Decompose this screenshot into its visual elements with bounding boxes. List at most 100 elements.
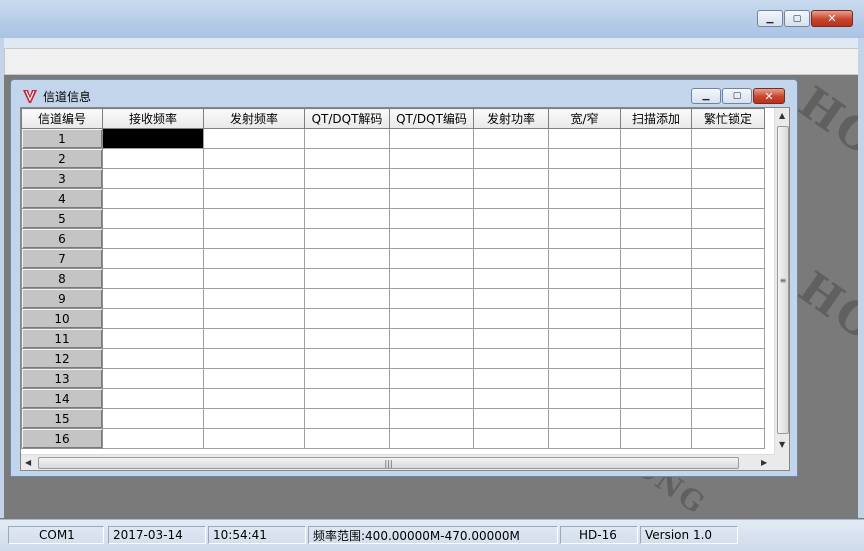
table-cell[interactable]	[548, 348, 621, 369]
table-cell[interactable]	[102, 288, 204, 309]
column-header[interactable]: 发射频率	[203, 108, 305, 129]
table-cell[interactable]	[389, 148, 474, 169]
row-header[interactable]: 2	[21, 148, 103, 169]
column-header[interactable]: 扫描添加	[620, 108, 692, 129]
table-cell[interactable]	[389, 188, 474, 209]
table-cell[interactable]	[620, 408, 692, 429]
table-cell[interactable]	[548, 408, 621, 429]
minimize-icon[interactable]: ▁	[691, 88, 721, 104]
table-cell[interactable]	[620, 248, 692, 269]
table-cell[interactable]	[102, 328, 204, 349]
table-cell[interactable]	[102, 408, 204, 429]
table-cell[interactable]	[304, 208, 390, 229]
table-cell[interactable]	[691, 288, 765, 309]
table-cell[interactable]	[304, 168, 390, 189]
table-cell[interactable]	[473, 208, 549, 229]
table-cell[interactable]	[473, 188, 549, 209]
table-cell[interactable]	[389, 268, 474, 289]
row-header[interactable]: 4	[21, 188, 103, 209]
minimize-icon[interactable]: ▁	[757, 10, 783, 27]
row-header[interactable]: 10	[21, 308, 103, 329]
table-cell[interactable]	[203, 248, 305, 269]
table-cell[interactable]	[473, 408, 549, 429]
table-cell[interactable]	[102, 368, 204, 389]
table-cell[interactable]	[203, 388, 305, 409]
table-cell[interactable]	[389, 168, 474, 189]
horizontal-scrollbar[interactable]: ◀ ||| ▶	[21, 454, 774, 470]
table-cell[interactable]	[620, 308, 692, 329]
table-cell[interactable]	[691, 348, 765, 369]
maximize-icon[interactable]: ▢	[784, 10, 810, 27]
table-cell[interactable]	[691, 148, 765, 169]
table-cell[interactable]	[473, 328, 549, 349]
table-cell[interactable]	[620, 348, 692, 369]
table-cell[interactable]	[548, 168, 621, 189]
row-header[interactable]: 16	[21, 428, 103, 449]
table-cell[interactable]	[389, 128, 474, 149]
table-cell[interactable]	[691, 308, 765, 329]
table-cell[interactable]	[389, 348, 474, 369]
table-cell[interactable]	[548, 308, 621, 329]
table-cell[interactable]	[473, 128, 549, 149]
table-cell[interactable]	[691, 208, 765, 229]
table-cell[interactable]	[304, 428, 390, 449]
table-cell[interactable]	[102, 188, 204, 209]
column-header[interactable]: 繁忙锁定	[691, 108, 765, 129]
table-cell[interactable]	[203, 168, 305, 189]
vertical-scrollbar[interactable]: ▲ ≡ ▼	[774, 108, 789, 454]
scroll-down-icon[interactable]: ▼	[779, 440, 785, 449]
table-cell[interactable]	[473, 348, 549, 369]
row-header[interactable]: 8	[21, 268, 103, 289]
table-cell[interactable]	[203, 408, 305, 429]
table-cell[interactable]	[102, 168, 204, 189]
table-cell[interactable]	[548, 248, 621, 269]
table-cell[interactable]	[304, 228, 390, 249]
table-cell[interactable]	[304, 368, 390, 389]
row-header[interactable]: 13	[21, 368, 103, 389]
row-header[interactable]: 11	[21, 328, 103, 349]
table-cell[interactable]	[203, 308, 305, 329]
table-cell[interactable]	[102, 308, 204, 329]
row-header[interactable]: 6	[21, 228, 103, 249]
table-cell[interactable]	[620, 328, 692, 349]
table-cell[interactable]	[473, 168, 549, 189]
column-header[interactable]: 发射功率	[473, 108, 549, 129]
table-cell[interactable]	[102, 388, 204, 409]
table-cell[interactable]	[304, 288, 390, 309]
table-cell[interactable]	[548, 428, 621, 449]
table-cell[interactable]	[691, 128, 765, 149]
table-cell[interactable]	[548, 188, 621, 209]
table-cell[interactable]	[102, 348, 204, 369]
row-header[interactable]: 12	[21, 348, 103, 369]
table-cell[interactable]	[620, 368, 692, 389]
row-header[interactable]: 9	[21, 288, 103, 309]
table-cell[interactable]	[389, 248, 474, 269]
row-header[interactable]: 7	[21, 248, 103, 269]
table-cell[interactable]	[548, 128, 621, 149]
table-cell[interactable]	[389, 388, 474, 409]
table-cell[interactable]	[473, 228, 549, 249]
table-cell[interactable]	[203, 148, 305, 169]
table-cell[interactable]	[620, 228, 692, 249]
table-cell[interactable]	[203, 288, 305, 309]
table-cell[interactable]	[473, 308, 549, 329]
table-cell[interactable]	[389, 428, 474, 449]
column-header[interactable]: QT/DQT解码	[304, 108, 390, 129]
vertical-scroll-thumb[interactable]: ≡	[777, 126, 789, 434]
table-cell[interactable]	[304, 148, 390, 169]
table-cell[interactable]	[691, 388, 765, 409]
close-icon[interactable]: ✕	[811, 10, 853, 27]
table-cell[interactable]	[304, 188, 390, 209]
table-cell[interactable]	[102, 268, 204, 289]
table-cell[interactable]	[389, 208, 474, 229]
table-cell[interactable]	[691, 168, 765, 189]
table-cell[interactable]	[304, 268, 390, 289]
table-cell[interactable]	[304, 128, 390, 149]
table-cell[interactable]	[473, 288, 549, 309]
table-cell[interactable]	[620, 148, 692, 169]
table-cell[interactable]	[304, 248, 390, 269]
table-cell[interactable]	[691, 228, 765, 249]
table-cell[interactable]	[203, 128, 305, 149]
table-cell[interactable]	[304, 348, 390, 369]
table-cell[interactable]	[548, 228, 621, 249]
